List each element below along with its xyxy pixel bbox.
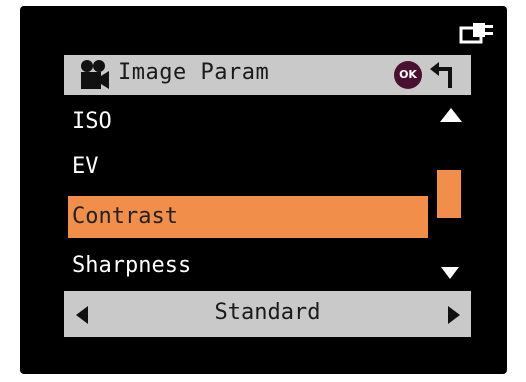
value-selector: Standard <box>64 291 471 337</box>
movie-camera-icon <box>81 60 109 89</box>
power-plug-icon <box>459 23 493 44</box>
triangle-up-icon[interactable] <box>439 107 463 123</box>
menu-item-contrast[interactable]: Contrast <box>68 196 428 238</box>
current-value: Standard <box>214 300 321 325</box>
triangle-right-icon[interactable] <box>446 305 462 325</box>
scrollbar-thumb[interactable] <box>437 170 461 218</box>
menu-item-sharpness[interactable]: Sharpness <box>68 245 428 287</box>
ok-button-icon[interactable]: OK <box>394 61 422 89</box>
page-title: Image Param <box>118 60 270 85</box>
menu-item-iso[interactable]: ISO <box>68 101 428 143</box>
triangle-down-icon[interactable] <box>440 266 460 280</box>
menu-item-ev[interactable]: EV <box>68 146 428 188</box>
return-arrow-icon[interactable] <box>428 60 458 90</box>
menu-header: Image Param OK <box>64 55 471 95</box>
